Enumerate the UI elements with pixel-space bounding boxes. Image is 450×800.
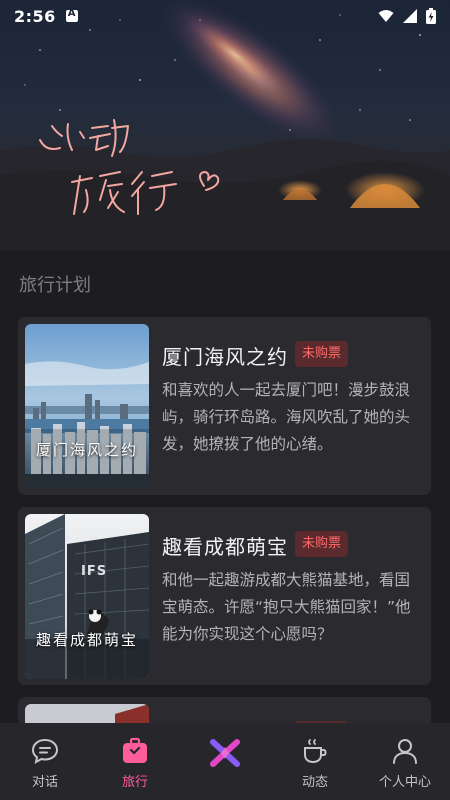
nav-label-moments: 动态 (301, 775, 328, 790)
trip-description: 和喜欢的人一起去厦门吧！漫步鼓浪屿，骑行环岛路。海风吹乱了她的头发，她撩拨了他的… (162, 381, 411, 453)
nav-item-chat[interactable]: 对话 (0, 723, 90, 800)
trip-image-caption: 趣看成都萌宝 (35, 631, 138, 649)
nav-item-profile[interactable]: 个人中心 (360, 723, 450, 800)
nav-item-moments[interactable]: 动态 (270, 723, 360, 800)
status-time: 2:56 (14, 6, 56, 26)
trip-title: 厦门海风之约 (162, 345, 288, 369)
trip-image-caption: 厦门海风之约 (35, 441, 138, 459)
nav-item-center-logo[interactable] (180, 723, 270, 800)
x-logo-icon (207, 735, 243, 771)
chat-icon (29, 735, 61, 767)
ticket-status-badge: 未购票 (295, 531, 349, 557)
coffee-cup-icon (299, 735, 331, 767)
battery-charging-icon (426, 8, 436, 24)
status-bar: 2:56 (0, 0, 450, 32)
signal-icon (403, 9, 417, 23)
trip-title: 趣看成都萌宝 (162, 535, 288, 559)
building-sign: IFS (81, 564, 108, 579)
ticket-status-badge: 未购票 (295, 341, 349, 367)
trip-card-chengdu[interactable]: IFS 趣看成都萌宝 趣看成都萌宝 未购票 和他一起趣游成都大熊猫基地，看国宝萌… (18, 507, 431, 685)
bottom-nav: 对话 旅行 动态 个人中心 (0, 723, 450, 800)
notification-a-icon (65, 8, 78, 22)
trip-description: 和他一起趣游成都大熊猫基地，看国宝萌态。许愿“抱只大熊猫回家！”他能为你实现这个… (162, 571, 411, 643)
wifi-icon (378, 10, 394, 22)
trip-image-chengdu: IFS 趣看成都萌宝 (25, 514, 149, 679)
trip-image-xiamen: 厦门海风之约 (25, 324, 149, 489)
milky-way-illustration (0, 0, 450, 250)
nav-label-chat: 对话 (31, 775, 58, 790)
nav-label-profile: 个人中心 (378, 775, 431, 790)
person-icon (389, 735, 421, 767)
nav-item-travel[interactable]: 旅行 (90, 723, 180, 800)
section-title: 旅行计划 (19, 275, 91, 296)
suitcase-icon (119, 735, 151, 767)
nav-label-travel: 旅行 (121, 775, 148, 790)
hero-banner (0, 0, 450, 250)
trip-card-xiamen[interactable]: 厦门海风之约 厦门海风之约 未购票 和喜欢的人一起去厦门吧！漫步鼓浪屿，骑行环岛… (18, 317, 431, 495)
